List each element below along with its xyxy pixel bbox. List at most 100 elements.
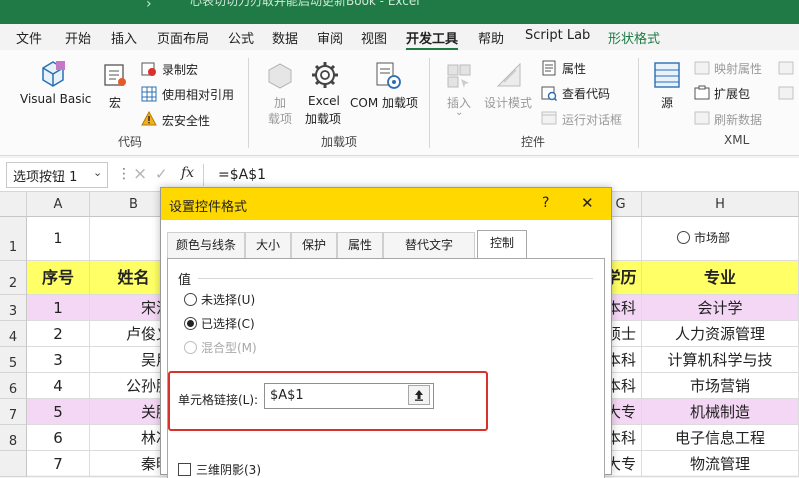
com-addins-icon[interactable] xyxy=(370,58,404,92)
macro-security-label[interactable]: 宏安全性 xyxy=(162,112,210,129)
macros-icon[interactable] xyxy=(100,60,130,90)
row-header[interactable]: 2 xyxy=(0,261,27,295)
map-properties-icon xyxy=(693,59,711,77)
view-code-label[interactable]: 查看代码 xyxy=(562,85,610,102)
code-group-label: 代码 xyxy=(118,135,143,149)
com-addins-label[interactable]: COM 加载项 xyxy=(350,94,418,111)
row-header[interactable]: 5 xyxy=(0,347,27,373)
relative-reference-icon[interactable] xyxy=(140,85,158,103)
radio-checked[interactable] xyxy=(184,317,197,330)
menu-view[interactable]: 视图 xyxy=(361,28,387,47)
run-dialog-label: 运行对话框 xyxy=(562,113,623,127)
shading-checkbox-row[interactable]: 三维阴影(3) xyxy=(178,461,261,478)
xml-source-label[interactable]: 源 xyxy=(661,94,673,111)
option-unchecked[interactable]: 未选择(U) xyxy=(184,291,255,308)
xml-source-icon[interactable] xyxy=(650,58,684,92)
design-mode-icon xyxy=(492,58,526,92)
macros-label[interactable]: 宏 xyxy=(109,94,121,111)
row-header[interactable]: 6 xyxy=(0,373,27,399)
group-divider xyxy=(638,58,639,148)
tab-colors-lines[interactable]: 颜色与线条 xyxy=(167,232,245,258)
cell-seq[interactable]: 6 xyxy=(27,425,90,451)
tab-properties[interactable]: 属性 xyxy=(337,232,383,258)
enter-icon[interactable]: ✓ xyxy=(155,165,168,183)
menu-help[interactable]: 帮助 xyxy=(478,28,504,47)
column-header-h[interactable]: H xyxy=(642,192,799,217)
header-major[interactable]: 专业 xyxy=(642,261,799,295)
option-button-radio[interactable] xyxy=(677,231,690,244)
tab-protection[interactable]: 保护 xyxy=(291,232,337,258)
record-macro-icon[interactable] xyxy=(140,60,158,78)
tab-size[interactable]: 大小 xyxy=(245,232,291,258)
cell-major[interactable]: 电子信息工程 xyxy=(642,425,799,451)
menu-review[interactable]: 审阅 xyxy=(317,28,343,47)
header-seq[interactable]: 序号 xyxy=(27,261,90,295)
close-icon[interactable]: ✕ xyxy=(581,194,594,212)
tab-alt-text[interactable]: 替代文字 xyxy=(383,232,475,258)
cell-seq[interactable]: 7 xyxy=(27,451,90,477)
formula-input[interactable]: =$A$1 xyxy=(218,167,266,183)
menu-file[interactable]: 文件 xyxy=(16,28,42,47)
row-header[interactable]: 1 xyxy=(0,217,27,261)
menu-data[interactable]: 数据 xyxy=(272,28,298,47)
menu-shape-format[interactable]: 形状格式 xyxy=(608,28,660,47)
cell-seq[interactable]: 4 xyxy=(27,373,90,399)
cell-seq[interactable]: 5 xyxy=(27,399,90,425)
cell-major[interactable]: 人力资源管理 xyxy=(642,321,799,347)
chevron-down-icon[interactable]: ⌄ xyxy=(93,166,102,179)
cell-seq[interactable]: 1 xyxy=(27,295,90,321)
dialog-title-bar[interactable]: 设置控件格式 ? ✕ xyxy=(161,188,611,220)
excel-addins-gear-icon[interactable] xyxy=(308,58,342,92)
menu-insert[interactable]: 插入 xyxy=(111,28,137,47)
collapse-dialog-button[interactable] xyxy=(408,385,430,405)
addins-group-label: 加载项 xyxy=(321,135,358,149)
excel-addins-label-line2[interactable]: 加载项 xyxy=(305,110,341,127)
macro-security-icon[interactable] xyxy=(140,110,158,128)
radio-unchecked[interactable] xyxy=(184,293,197,306)
cell-major[interactable]: 物流管理 xyxy=(642,451,799,477)
properties-label[interactable]: 属性 xyxy=(562,60,586,77)
row-header[interactable]: 7 xyxy=(0,399,27,425)
menu-developer[interactable]: 开发工具 xyxy=(406,28,459,51)
name-box[interactable]: 选项按钮 1 ⌄ xyxy=(6,162,108,188)
view-code-icon[interactable] xyxy=(540,84,558,102)
cell-a1[interactable]: 1 xyxy=(27,217,90,261)
excel-addins-label-line1[interactable]: Excel xyxy=(308,94,340,108)
cell-seq[interactable]: 2 xyxy=(27,321,90,347)
row-header[interactable] xyxy=(0,451,27,477)
row-header[interactable]: 8 xyxy=(0,425,27,451)
ribbon: Visual Basic 宏 录制宏 使用相对引用 宏安全性 代码 加 载项 E… xyxy=(0,50,799,156)
expansion-packs-icon[interactable] xyxy=(693,84,711,102)
visual-basic-icon[interactable] xyxy=(36,58,70,90)
value-section-divider xyxy=(198,278,593,279)
cell-major[interactable]: 机械制造 xyxy=(642,399,799,425)
run-dialog-icon xyxy=(540,109,558,127)
menu-script-lab[interactable]: Script Lab xyxy=(525,28,590,43)
cell-major[interactable]: 会计学 xyxy=(642,295,799,321)
more-options-icon[interactable]: ⋮ xyxy=(117,166,131,182)
record-macro-label[interactable]: 录制宏 xyxy=(162,61,198,78)
shading-checkbox[interactable] xyxy=(178,463,191,476)
menu-formulas[interactable]: 公式 xyxy=(228,28,254,47)
menu-home[interactable]: 开始 xyxy=(65,28,91,47)
cell-seq[interactable]: 3 xyxy=(27,347,90,373)
back-icon[interactable]: › xyxy=(146,0,152,12)
relative-reference-label[interactable]: 使用相对引用 xyxy=(162,86,234,103)
cancel-icon[interactable]: × xyxy=(133,164,147,184)
option-button-market[interactable]: 市场部 xyxy=(677,229,730,246)
dialog-title: 设置控件格式 xyxy=(169,200,248,215)
column-header-a[interactable]: A xyxy=(27,192,90,217)
option-checked[interactable]: 已选择(C) xyxy=(184,315,255,332)
visual-basic-label[interactable]: Visual Basic xyxy=(20,92,91,106)
corner-select-all[interactable] xyxy=(0,192,27,217)
menu-page-layout[interactable]: 页面布局 xyxy=(157,28,209,47)
row-header[interactable]: 4 xyxy=(0,321,27,347)
insert-function-icon[interactable]: fx xyxy=(181,165,194,181)
expansion-packs-label[interactable]: 扩展包 xyxy=(714,85,750,102)
cell-major[interactable]: 计算机科学与技 xyxy=(642,347,799,373)
row-header[interactable]: 3 xyxy=(0,295,27,321)
cell-major[interactable]: 市场营销 xyxy=(642,373,799,399)
properties-icon[interactable] xyxy=(540,59,558,77)
help-button[interactable]: ? xyxy=(542,195,549,211)
tab-control[interactable]: 控制 xyxy=(477,230,527,258)
